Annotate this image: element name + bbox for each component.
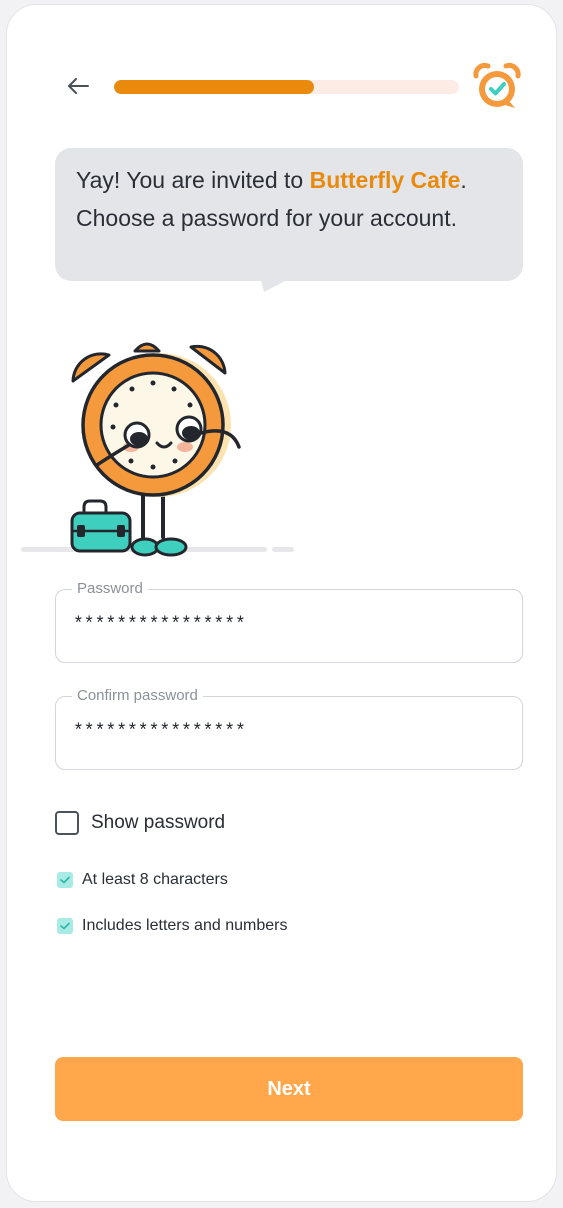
requirement-label: Includes letters and numbers: [82, 917, 288, 934]
progress-fill: [114, 80, 315, 94]
show-password-toggle[interactable]: Show password: [55, 811, 225, 835]
message-suffix: .: [460, 167, 467, 193]
ground-line-short: [272, 547, 294, 552]
bubble-tail: [261, 280, 287, 292]
arrow-left-icon: [68, 78, 89, 94]
confirm-password-label: Confirm password: [72, 686, 203, 706]
confirm-password-field[interactable]: Confirm password: [55, 686, 523, 770]
check-icon: [57, 918, 73, 934]
requirement-label: At least 8 characters: [82, 871, 228, 888]
check-icon: [57, 872, 73, 888]
progress-bar: [114, 80, 459, 94]
screen: Yay! You are invited to Butterfly Cafe. …: [6, 4, 557, 1202]
company-name: Butterfly Cafe: [309, 167, 461, 193]
show-password-checkbox[interactable]: [55, 811, 79, 835]
password-input[interactable]: [73, 608, 493, 642]
requirement-item: Includes letters and numbers: [57, 917, 287, 935]
message-prefix: Yay! You are invited to: [76, 167, 310, 193]
message-bubble: Yay! You are invited to Butterfly Cafe. …: [55, 148, 523, 281]
message-instruction: Choose a password for your account.: [76, 204, 457, 231]
show-password-label: Show password: [91, 812, 226, 833]
password-label: Password: [72, 579, 148, 599]
confirm-password-input[interactable]: [73, 715, 493, 749]
next-button[interactable]: Next: [55, 1057, 523, 1121]
requirement-item: At least 8 characters: [57, 871, 228, 889]
back-button[interactable]: [59, 67, 97, 105]
alarm-clock-mascot-illustration: [70, 342, 241, 557]
password-field[interactable]: Password: [55, 579, 523, 663]
alarm-clock-check-icon: [473, 62, 521, 108]
